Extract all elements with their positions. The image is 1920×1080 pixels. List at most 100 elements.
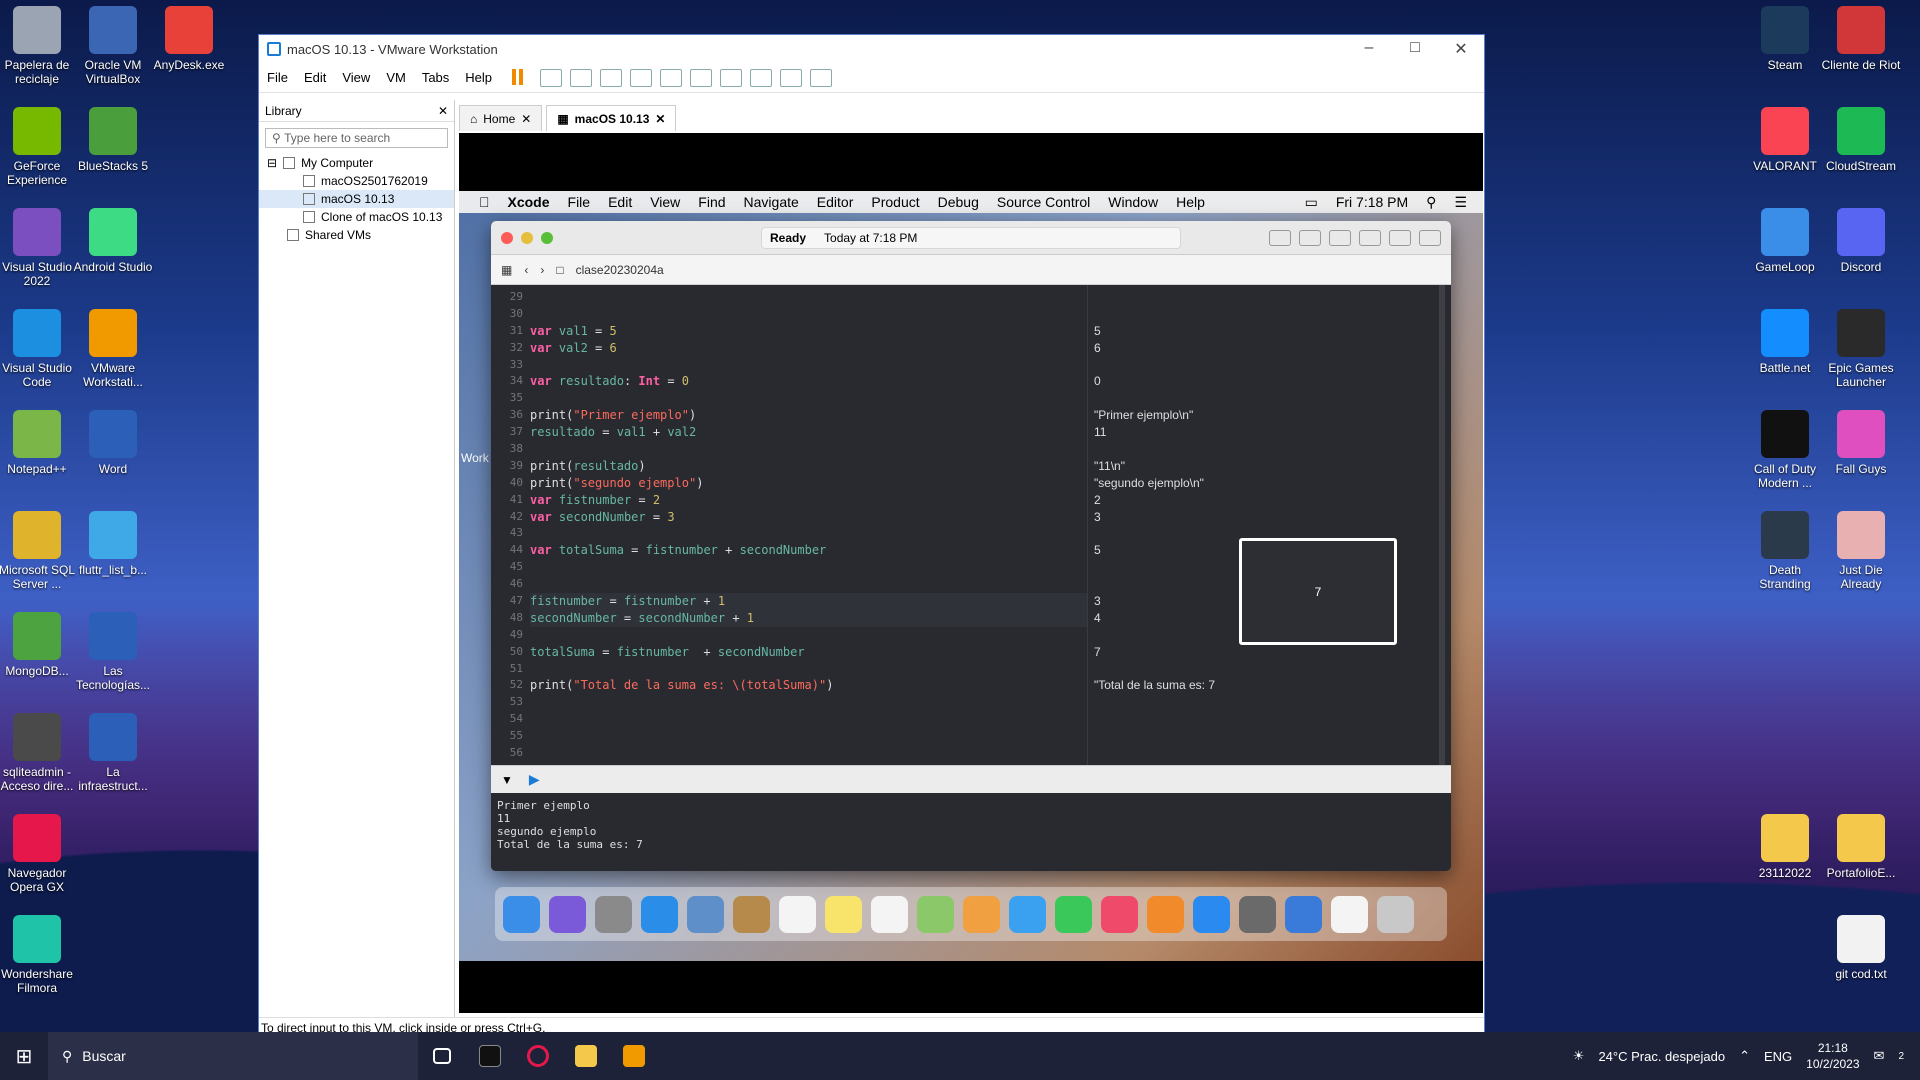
app-store-icon[interactable]	[1193, 895, 1230, 933]
code-line[interactable]: var val2 = 6	[530, 340, 1087, 357]
code-line[interactable]: print("Primer ejemplo")	[530, 407, 1087, 424]
result-value[interactable]: 3	[1094, 509, 1435, 526]
desktop-shortcut[interactable]: AnyDesk.exe	[148, 6, 230, 72]
spotlight-icon[interactable]: ⚲	[1426, 194, 1436, 211]
apple-icon[interactable]: 	[479, 194, 490, 210]
desktop-shortcut[interactable]: Word	[72, 410, 154, 476]
close-library-icon[interactable]: ✕	[438, 104, 448, 118]
code-line[interactable]: var totalSuma = fistnumber + secondNumbe…	[530, 542, 1087, 559]
stretch-guest-icon[interactable]	[810, 68, 833, 87]
show-library-icon[interactable]	[660, 68, 683, 87]
file-explorer-icon[interactable]	[562, 1032, 610, 1080]
tree-vm-item[interactable]: Clone of macOS 10.13	[259, 208, 454, 226]
run-playground-icon[interactable]: ▶	[529, 771, 540, 788]
menu-edit[interactable]: Edit	[304, 70, 326, 85]
result-value[interactable]: 6	[1094, 340, 1435, 357]
unity-icon[interactable]	[750, 68, 773, 87]
zoom-window-button[interactable]	[541, 231, 553, 244]
editor-scrollbar[interactable]	[1439, 285, 1445, 765]
code-line[interactable]	[530, 289, 1087, 306]
close-button[interactable]: ✕	[1438, 39, 1484, 59]
close-tab-icon[interactable]: ✕	[521, 112, 531, 126]
desktop-shortcut[interactable]: Visual Studio 2022	[0, 208, 78, 288]
desktop-shortcut[interactable]: Wondershare Filmora	[0, 915, 78, 995]
taskbar-clock[interactable]: 21:18 10/2/2023	[1806, 1040, 1859, 1072]
messages-icon[interactable]	[1009, 895, 1046, 933]
back-icon[interactable]: ‹	[524, 263, 528, 277]
menu-view[interactable]: View	[342, 70, 370, 85]
opera-gx-taskbar-icon[interactable]	[514, 1032, 562, 1080]
airplay-icon[interactable]: ▭	[1305, 194, 1318, 211]
xcode-window[interactable]: Ready Today at 7:18 PM ▦ ‹ › □ clase2023…	[491, 221, 1451, 871]
siri-icon[interactable]	[549, 895, 586, 933]
trash-icon[interactable]	[1377, 895, 1414, 933]
desktop-shortcut[interactable]: Oracle VM VirtualBox	[72, 6, 154, 86]
reminders-icon[interactable]	[871, 895, 908, 933]
desktop-shortcut[interactable]: 23112022	[1744, 814, 1826, 880]
code-line[interactable]: print("Total de la suma es: \(totalSuma)…	[530, 677, 1087, 694]
weather-text[interactable]: 24°C Prac. despejado	[1598, 1049, 1725, 1064]
tree-vm-item[interactable]: macOS2501762019	[259, 172, 454, 190]
code-line[interactable]	[530, 661, 1087, 678]
desktop-shortcut[interactable]: Fall Guys	[1820, 410, 1902, 476]
desktop-shortcut[interactable]: Steam	[1744, 6, 1826, 72]
code-line[interactable]: fistnumber = fistnumber + 1	[530, 593, 1087, 610]
notes-icon[interactable]	[825, 895, 862, 933]
code-line[interactable]	[530, 728, 1087, 745]
menu-find[interactable]: Find	[698, 194, 725, 210]
related-items-icon[interactable]: ▦	[501, 263, 512, 277]
document-icon[interactable]	[1331, 895, 1368, 933]
console-view-icon[interactable]	[780, 68, 803, 87]
menu-vm[interactable]: VM	[386, 70, 406, 85]
result-value[interactable]: "11\n"	[1094, 458, 1435, 475]
result-value[interactable]: "segundo ejemplo\n"	[1094, 475, 1435, 492]
desktop-shortcut[interactable]: Android Studio	[72, 208, 154, 274]
code-line[interactable]	[530, 559, 1087, 576]
code-line[interactable]: var val1 = 5	[530, 323, 1087, 340]
code-line[interactable]	[530, 306, 1087, 323]
code-line[interactable]	[530, 390, 1087, 407]
desktop-shortcut[interactable]: git cod.txt	[1820, 915, 1902, 981]
result-value[interactable]: "Primer ejemplo\n"	[1094, 407, 1435, 424]
result-value[interactable]: 2	[1094, 492, 1435, 509]
menu-edit[interactable]: Edit	[608, 194, 632, 210]
tab-macos[interactable]: ▦ macOS 10.13 ✕	[546, 105, 677, 131]
system-preferences-icon[interactable]	[1239, 895, 1276, 933]
menu-xcode[interactable]: Xcode	[508, 194, 550, 210]
menu-debug[interactable]: Debug	[938, 194, 979, 210]
menu-help[interactable]: Help	[1176, 194, 1205, 210]
mail-icon[interactable]	[687, 895, 724, 933]
desktop-shortcut[interactable]: sqliteadmin - Acceso dire...	[0, 713, 78, 793]
itunes-icon[interactable]	[1101, 895, 1138, 933]
utilities-toggle-icon[interactable]	[1419, 229, 1441, 246]
code-line[interactable]	[530, 576, 1087, 593]
safari-icon[interactable]	[641, 895, 678, 933]
full-screen-icon[interactable]	[720, 68, 743, 87]
desktop-shortcut[interactable]: Visual Studio Code	[0, 309, 78, 389]
menu-product[interactable]: Product	[871, 194, 919, 210]
menubar-clock[interactable]: Fri 7:18 PM	[1336, 194, 1408, 211]
code-line[interactable]: totalSuma = fistnumber + secondNumber	[530, 644, 1087, 661]
vmware-window[interactable]: macOS 10.13 - VMware Workstation – □ ✕ F…	[258, 34, 1485, 1038]
code-line[interactable]: secondNumber = secondNumber + 1	[530, 609, 1087, 627]
code-line[interactable]	[530, 357, 1087, 374]
calendar-icon[interactable]	[779, 895, 816, 933]
taskbar-search-input[interactable]: ⚲ Buscar	[48, 1032, 418, 1080]
desktop-shortcut[interactable]: VMware Workstati...	[72, 309, 154, 389]
desktop-shortcut[interactable]: Las Tecnologías...	[72, 612, 154, 692]
source-code[interactable]: var val1 = 5 var val2 = 6 var resultado: …	[523, 285, 1088, 765]
code-line[interactable]	[530, 525, 1087, 542]
code-line[interactable]: var secondNumber = 3	[530, 509, 1087, 526]
menu-file[interactable]: File	[568, 194, 591, 210]
desktop-shortcut[interactable]: Epic Games Launcher	[1820, 309, 1902, 389]
desktop-shortcut[interactable]: Notepad++	[0, 410, 78, 476]
close-window-button[interactable]	[501, 231, 513, 244]
hide-debug-area-icon[interactable]: ▼	[501, 773, 513, 787]
desktop-shortcut[interactable]: CloudStream	[1820, 107, 1902, 173]
finder-icon[interactable]	[503, 895, 540, 933]
minimize-button[interactable]: –	[1346, 39, 1392, 59]
facetime-icon[interactable]	[1055, 895, 1092, 933]
send-ctrl-alt-del-icon[interactable]	[540, 68, 563, 87]
desktop-shortcut[interactable]: PortafolioE...	[1820, 814, 1902, 880]
navigator-toggle-icon[interactable]	[1359, 229, 1381, 246]
